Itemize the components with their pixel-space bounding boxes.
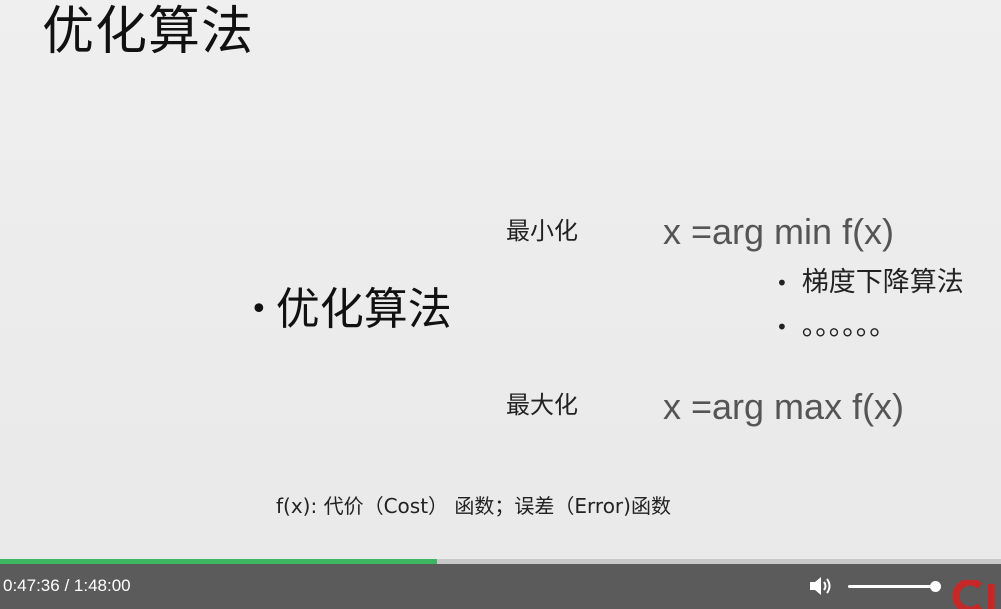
bullet-dot: • [776, 315, 788, 339]
main-bullet: • 优化算法 [250, 282, 452, 338]
bullet-dot: • [776, 271, 788, 295]
bullet-dot: • [250, 292, 268, 327]
time-display: 0:47:36 / 1:48:00 [3, 576, 131, 595]
slide-title: 优化算法 [42, 2, 255, 62]
sub-bullet-text: 。。。。。。 [801, 311, 897, 342]
slide-content: 优化算法 • 优化算法 最小化 x =arg min f(x) • 梯度下降算法… [0, 0, 1001, 560]
minimize-formula: x =arg min f(x) [663, 211, 895, 252]
control-bar: 0:47:36 / 1:48:00 [0, 564, 1001, 609]
maximize-label: 最大化 [506, 391, 578, 419]
footnote: f(x): 代价（Cost） 函数；误差（Error)函数 [276, 494, 671, 518]
volume-icon[interactable] [808, 574, 834, 598]
volume-slider-handle[interactable] [930, 581, 941, 592]
sub-bullet-text: 梯度下降算法 [801, 267, 964, 298]
sub-bullet-ellipsis: • 。。。。。。 [776, 310, 896, 344]
logo-icon [952, 580, 1001, 609]
minimize-label: 最小化 [506, 217, 578, 245]
sub-bullet-gradient-descent: • 梯度下降算法 [776, 266, 964, 300]
volume-slider[interactable] [848, 581, 941, 592]
maximize-formula: x =arg max f(x) [663, 386, 905, 427]
video-player: 优化算法 • 优化算法 最小化 x =arg min f(x) • 梯度下降算法… [0, 0, 1001, 609]
main-bullet-text: 优化算法 [275, 284, 452, 335]
